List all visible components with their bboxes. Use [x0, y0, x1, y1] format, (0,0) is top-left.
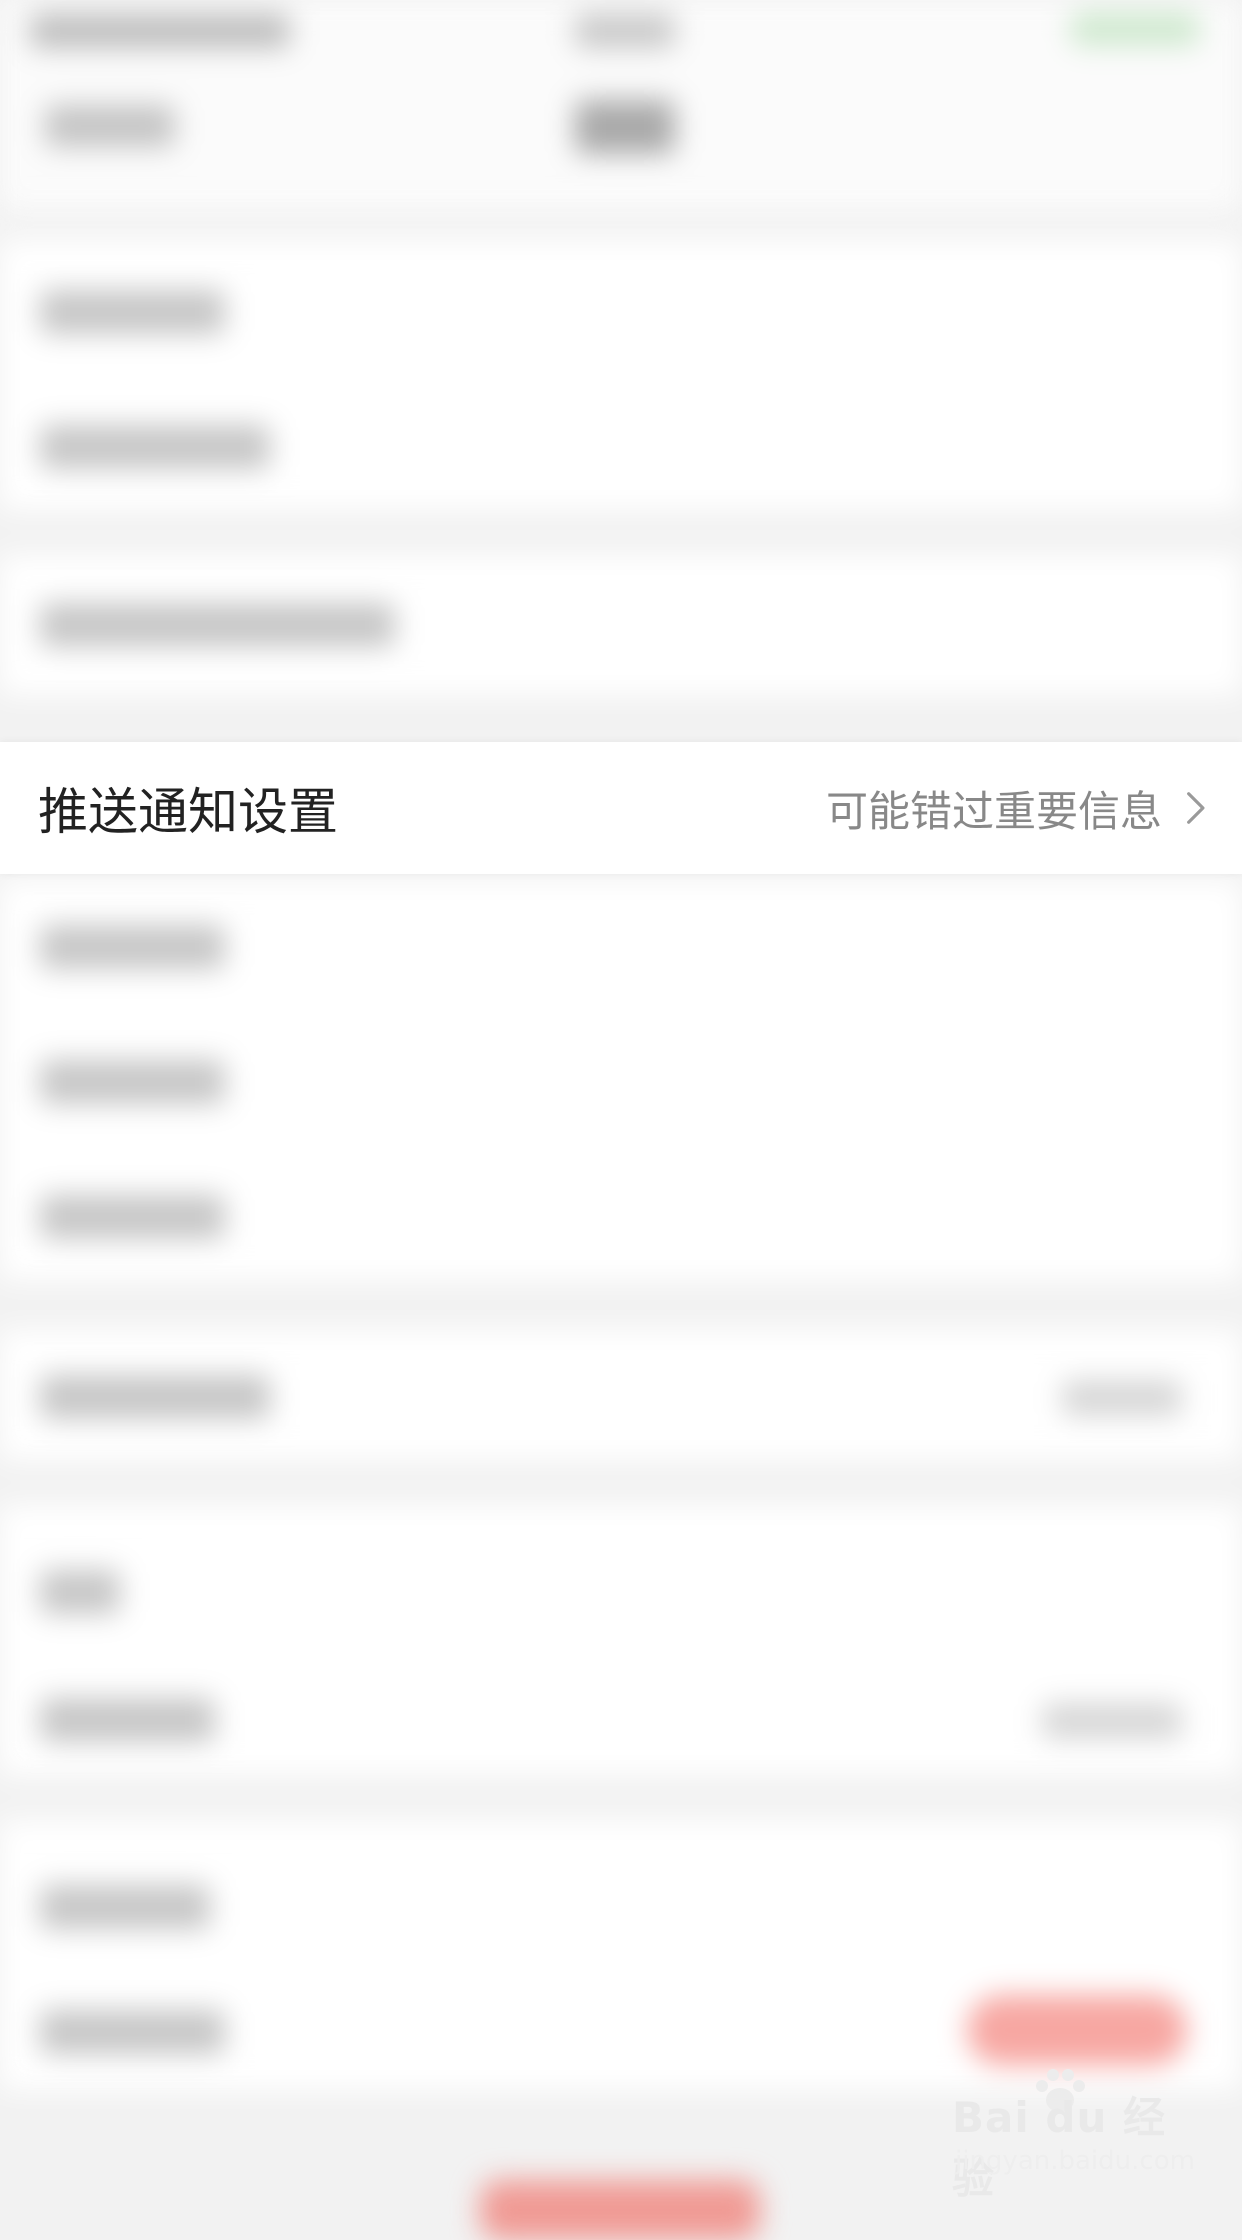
watermark-url: jingyan.baidu.com	[955, 2146, 1195, 2176]
setting-row-placeholder[interactable]	[40, 1698, 215, 1742]
setting-row-placeholder[interactable]	[40, 425, 270, 469]
setting-row-placeholder[interactable]	[40, 1060, 225, 1104]
status-bar	[0, 0, 1242, 60]
push-notification-settings-row[interactable]: 推送通知设置 可能错过重要信息	[0, 742, 1242, 874]
settings-group-5	[0, 1505, 1242, 1775]
chevron-right-icon	[1187, 792, 1205, 824]
setting-row-placeholder[interactable]	[40, 1375, 270, 1419]
settings-group-2	[0, 555, 1242, 695]
setting-row-value-placeholder	[1042, 1703, 1182, 1739]
setting-row-placeholder[interactable]	[40, 2010, 225, 2054]
page-title	[575, 100, 675, 154]
push-notification-settings-value: 可能错过重要信息	[826, 778, 1214, 839]
baidu-jingyan-watermark: Bai du 经验 jingyan.baidu.com	[952, 2069, 1195, 2203]
bottom-red-button[interactable]	[480, 2180, 760, 2240]
push-notification-settings-label: 推送通知设置	[38, 783, 338, 841]
setting-row-placeholder[interactable]	[40, 290, 225, 334]
status-bar-time	[575, 14, 675, 48]
blurred-background	[0, 0, 1242, 2240]
settings-group-1	[0, 240, 1242, 510]
status-bar-battery	[1070, 12, 1200, 46]
back-button[interactable]	[45, 105, 175, 147]
settings-group-4	[0, 1330, 1242, 1460]
setting-row-value-placeholder	[1062, 1380, 1182, 1416]
settings-group-3	[0, 880, 1242, 1280]
setting-row-placeholder[interactable]	[40, 1885, 210, 1929]
setting-row-placeholder[interactable]	[40, 603, 395, 647]
status-bar-left	[30, 14, 290, 48]
push-notification-hint: 可能错过重要信息	[825, 786, 1162, 836]
setting-row-placeholder[interactable]	[40, 1195, 225, 1239]
red-action-button[interactable]	[967, 1995, 1187, 2065]
watermark-logo: Bai du 经验	[952, 2093, 1166, 2203]
setting-row-placeholder[interactable]	[40, 1570, 120, 1614]
setting-row-placeholder[interactable]	[40, 925, 225, 969]
